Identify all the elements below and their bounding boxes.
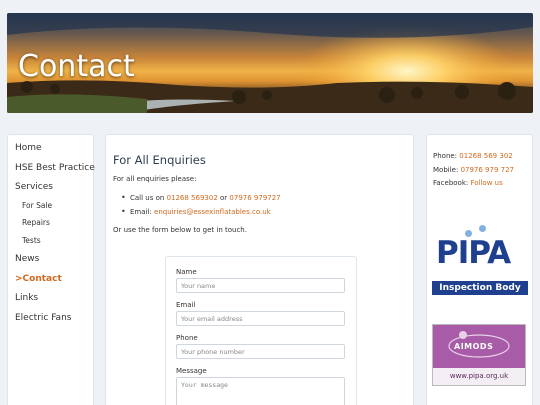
call-prefix: Call us on [130, 194, 165, 202]
contact-list: Call us on 01268 569302 or 07976 979727 … [121, 193, 281, 221]
nav-item-contact[interactable]: >Contact [8, 271, 93, 291]
nav-menu: Home HSE Best Practice Services For Sale Rep… [8, 135, 95, 330]
amods-banner: AIMODS [433, 325, 525, 368]
pipa-caption: Inspection Body [432, 281, 528, 295]
email-input[interactable]: Your email address [176, 311, 345, 326]
nav-item-news[interactable]: News [8, 251, 93, 271]
form-note: Or use the form below to get in touch. [113, 226, 247, 234]
pipa-dot-2 [479, 225, 486, 232]
contact-details: Phone: 01268 569 302 Mobile: 07976 979 7… [433, 150, 514, 191]
email-item: Email: enquiries@essexinflatables.co.uk [121, 207, 281, 221]
or-text: or [220, 194, 228, 202]
phone-row-label: Phone: [433, 152, 458, 160]
sidebar-phone-link[interactable]: 01268 569 302 [459, 152, 512, 160]
page-title: Contact [18, 49, 135, 84]
mobile-row-label: Mobile: [433, 165, 459, 174]
nav-item-electric-fans[interactable]: Electric Fans [8, 310, 93, 330]
call-item: Call us on 01268 569302 or 07976 979727 [121, 193, 281, 207]
hero-banner: Contact [7, 13, 533, 113]
name-input[interactable]: Your name [176, 278, 345, 293]
facebook-link[interactable]: Follow us [470, 179, 502, 187]
facebook-row-label: Facebook: [433, 179, 469, 187]
phone-link-1[interactable]: 01268 569302 [167, 194, 218, 202]
pipa-logo-text: PIPA [436, 235, 511, 271]
nav-item-hse-best-practice[interactable]: HSE Best Practice [8, 160, 95, 180]
amods-logo[interactable]: AIMODS www.pipa.org.uk [432, 324, 526, 386]
sidebar-mobile-link[interactable]: 07976 979 727 [461, 166, 514, 174]
section-heading: For All Enquiries [113, 153, 206, 167]
intro-text: For all enquiries please: [113, 175, 197, 183]
amods-logo-text: AIMODS [454, 342, 494, 351]
name-label: Name [176, 268, 197, 276]
nav-item-for-sale[interactable]: For Sale [8, 199, 93, 217]
phone-link-2[interactable]: 07976 979727 [229, 194, 280, 202]
email-label: Email [176, 301, 196, 309]
nav-item-home[interactable]: Home [8, 140, 93, 160]
nav-item-tests[interactable]: Tests [8, 234, 93, 252]
phone-row: Phone: 01268 569 302 [433, 150, 514, 164]
phone-input[interactable]: Your phone number [176, 344, 345, 359]
message-textarea[interactable]: Your message [176, 377, 345, 405]
email-prefix: Email: [130, 208, 152, 216]
sidebar-nav: Home HSE Best Practice Services For Sale Rep… [7, 134, 95, 405]
amods-caption: www.pipa.org.uk [433, 368, 525, 385]
message-label: Message [176, 367, 207, 375]
contact-form: Name Your name Email Your email address … [165, 256, 357, 405]
facebook-row: Facebook: Follow us [433, 177, 514, 191]
pipa-logo[interactable]: PIPA Inspection Body [432, 221, 528, 299]
contact-sidebar: Phone: 01268 569 302 Mobile: 07976 979 7… [426, 134, 533, 405]
nav-item-services[interactable]: Services [8, 179, 93, 199]
mobile-row: Mobile: 07976 979 727 [433, 164, 514, 178]
email-link[interactable]: enquiries@essexinflatables.co.uk [154, 208, 271, 216]
nav-item-links[interactable]: Links [8, 290, 93, 310]
phone-label: Phone [176, 334, 198, 342]
nav-item-repairs[interactable]: Repairs [8, 216, 93, 234]
main-content: For All Enquiries For all enquiries plea… [105, 134, 414, 405]
